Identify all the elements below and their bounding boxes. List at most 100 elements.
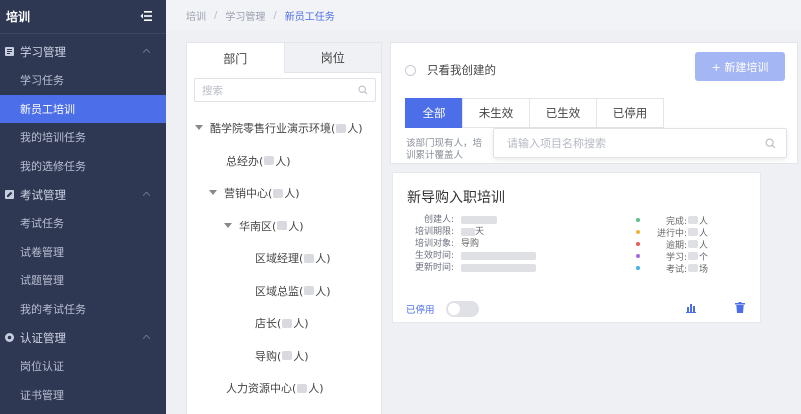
breadcrumb-item[interactable]: 培训 [186, 8, 206, 23]
org-tree-panel: 部门 岗位 搜索 酷学院零售行业演示环境(人) 总经办(人) 营销中心(人) 华… [186, 42, 382, 414]
sidebar-item-certificate-management[interactable]: 证书管理 [0, 381, 166, 410]
caret-down-icon[interactable] [195, 125, 203, 131]
sidebar-item-paper-management[interactable]: 试卷管理 [0, 238, 166, 267]
tree-node[interactable]: 营销中心(人) [187, 177, 381, 210]
badge-icon [4, 333, 14, 343]
stat-row: 进行中: 人 [636, 226, 708, 239]
sidebar-title: 培训 [6, 10, 31, 24]
stat-row: 考试: 场 [636, 262, 708, 275]
info-row: 创建人: [406, 214, 536, 226]
stat-row: 学习: 个 [636, 250, 708, 263]
redacted-value [688, 264, 698, 272]
redacted-count [304, 253, 315, 263]
org-tabs: 部门 岗位 [187, 43, 381, 73]
new-training-button[interactable]: + 新建培训 [695, 52, 785, 81]
sidebar-group-label: 考试管理 [20, 187, 66, 202]
caret-down-icon[interactable] [224, 222, 232, 229]
tree-node[interactable]: 华南区(人) [187, 210, 381, 243]
tree-node[interactable]: 人力资源中心(人) [187, 372, 381, 405]
sidebar-item-learning-tasks[interactable]: 学习任务 [0, 66, 166, 95]
breadcrumb-separator: / [214, 9, 218, 21]
tab-effective[interactable]: 已生效 [529, 98, 597, 128]
trash-icon[interactable] [735, 302, 745, 313]
info-row: 培训期限: 天 [414, 227, 485, 237]
redacted-count [264, 156, 275, 166]
tree-node[interactable]: 总经办(人) [187, 145, 381, 178]
redacted-count [277, 221, 288, 231]
coverage-hint: 该部门现有人，培 训累计覆盖人 [406, 138, 483, 161]
sidebar-group-certification[interactable]: 认证管理 [0, 323, 166, 352]
sidebar-group-learning[interactable]: 学习管理 [0, 37, 166, 66]
status-toggle[interactable] [446, 301, 479, 317]
org-search-placeholder: 搜索 [202, 84, 223, 97]
tree-node[interactable]: 导购(人) [187, 340, 381, 373]
status-tabs: 全部 未生效 已生效 已停用 [405, 98, 664, 128]
only-mine-checkbox[interactable]: 只看我创建的 [405, 62, 496, 78]
edit-icon [4, 190, 14, 200]
tree-node[interactable]: 酷学院零售行业演示环境(人) [187, 112, 381, 145]
redacted-value [461, 264, 536, 272]
tree-node[interactable]: 店长(人) [187, 307, 381, 340]
tree-node[interactable]: 区域总监(人) [187, 275, 381, 308]
redacted-value [461, 216, 497, 224]
org-tree: 酷学院零售行业演示环境(人) 总经办(人) 营销中心(人) 华南区(人) 区域经… [187, 112, 381, 405]
info-row: 更新时间: [406, 262, 536, 274]
bar-chart-icon[interactable] [686, 302, 696, 313]
sidebar-group-label: 学习管理 [20, 44, 66, 59]
status-label: 已停用 [406, 305, 435, 316]
redacted-value [688, 240, 698, 248]
chevron-up-icon [143, 49, 150, 53]
sidebar-item-question-management[interactable]: 试题管理 [0, 266, 166, 295]
breadcrumb-item[interactable]: 学习管理 [225, 8, 265, 23]
training-card[interactable]: 新导购入职培训 创建人: 培训期限: 天 培训对象: 导购 生效时间: 更新时间: … [392, 172, 761, 323]
redacted-value [688, 252, 698, 260]
info-row: 生效时间: [406, 250, 536, 262]
chevron-up-icon [143, 192, 150, 196]
tab-disabled[interactable]: 已停用 [596, 98, 664, 128]
training-title: 新导购入职培训 [407, 190, 505, 206]
training-info: 创建人: 培训期限: 天 培训对象: 导购 生效时间: 更新时间: [406, 214, 536, 274]
breadcrumb-current: 新员工任务 [284, 11, 335, 23]
redacted-count [273, 188, 284, 198]
org-search-input[interactable]: 搜索 [194, 78, 376, 102]
stat-row: 完成: 人 [636, 214, 708, 227]
redacted-count [297, 383, 308, 393]
tree-node[interactable]: 区域经理(人) [187, 242, 381, 275]
redacted-count [336, 123, 347, 133]
sidebar-group-exam[interactable]: 考试管理 [0, 180, 166, 209]
dot-icon [636, 242, 640, 246]
sidebar-item-position-certification[interactable]: 岗位认证 [0, 352, 166, 381]
caret-down-icon[interactable] [209, 190, 217, 196]
dot-icon [636, 266, 640, 270]
book-icon [4, 47, 14, 57]
chevron-up-icon [143, 335, 150, 339]
sidebar-item-my-training-tasks[interactable]: 我的培训任务 [0, 123, 166, 152]
collapse-menu-icon[interactable] [140, 10, 154, 23]
training-stats: 完成: 人 进行中: 人 逾期: 人 学习: 个 考试: 场 [636, 214, 708, 275]
project-search-placeholder: 请输入项目名称搜索 [507, 137, 606, 150]
stat-row: 逾期: 人 [636, 238, 708, 251]
sidebar: 培训 学习管理 学习任务 新员工培训 我的培训任务 我的选修任务 考试管理 考试… [0, 0, 166, 414]
checkbox-box[interactable] [405, 64, 416, 76]
redacted-value [461, 228, 475, 236]
dot-icon [636, 230, 640, 234]
tab-position[interactable]: 岗位 [284, 43, 381, 73]
tab-not-effective[interactable]: 未生效 [462, 98, 530, 128]
info-row: 培训对象: 导购 [414, 239, 480, 249]
redacted-count [282, 318, 293, 328]
tab-all[interactable]: 全部 [405, 98, 463, 128]
search-icon [765, 138, 776, 148]
only-mine-label: 只看我创建的 [427, 63, 496, 77]
project-search-input[interactable]: 请输入项目名称搜索 [493, 128, 787, 158]
sidebar-item-exam-tasks[interactable]: 考试任务 [0, 209, 166, 238]
sidebar-item-my-elective-tasks[interactable]: 我的选修任务 [0, 152, 166, 181]
training-toolbar: 只看我创建的 + 新建培训 全部 未生效 已生效 已停用 该部门现有人，培 训累… [390, 42, 798, 164]
redacted-value [688, 216, 698, 224]
tab-department[interactable]: 部门 [187, 43, 285, 73]
sidebar-item-new-employee-training[interactable]: 新员工培训 [0, 94, 166, 123]
redacted-value [461, 252, 536, 260]
sidebar-item-my-exam-tasks[interactable]: 我的考试任务 [0, 295, 166, 324]
redacted-count [304, 286, 315, 296]
sidebar-header: 培训 [0, 0, 166, 34]
breadcrumb-separator: / [273, 9, 277, 21]
